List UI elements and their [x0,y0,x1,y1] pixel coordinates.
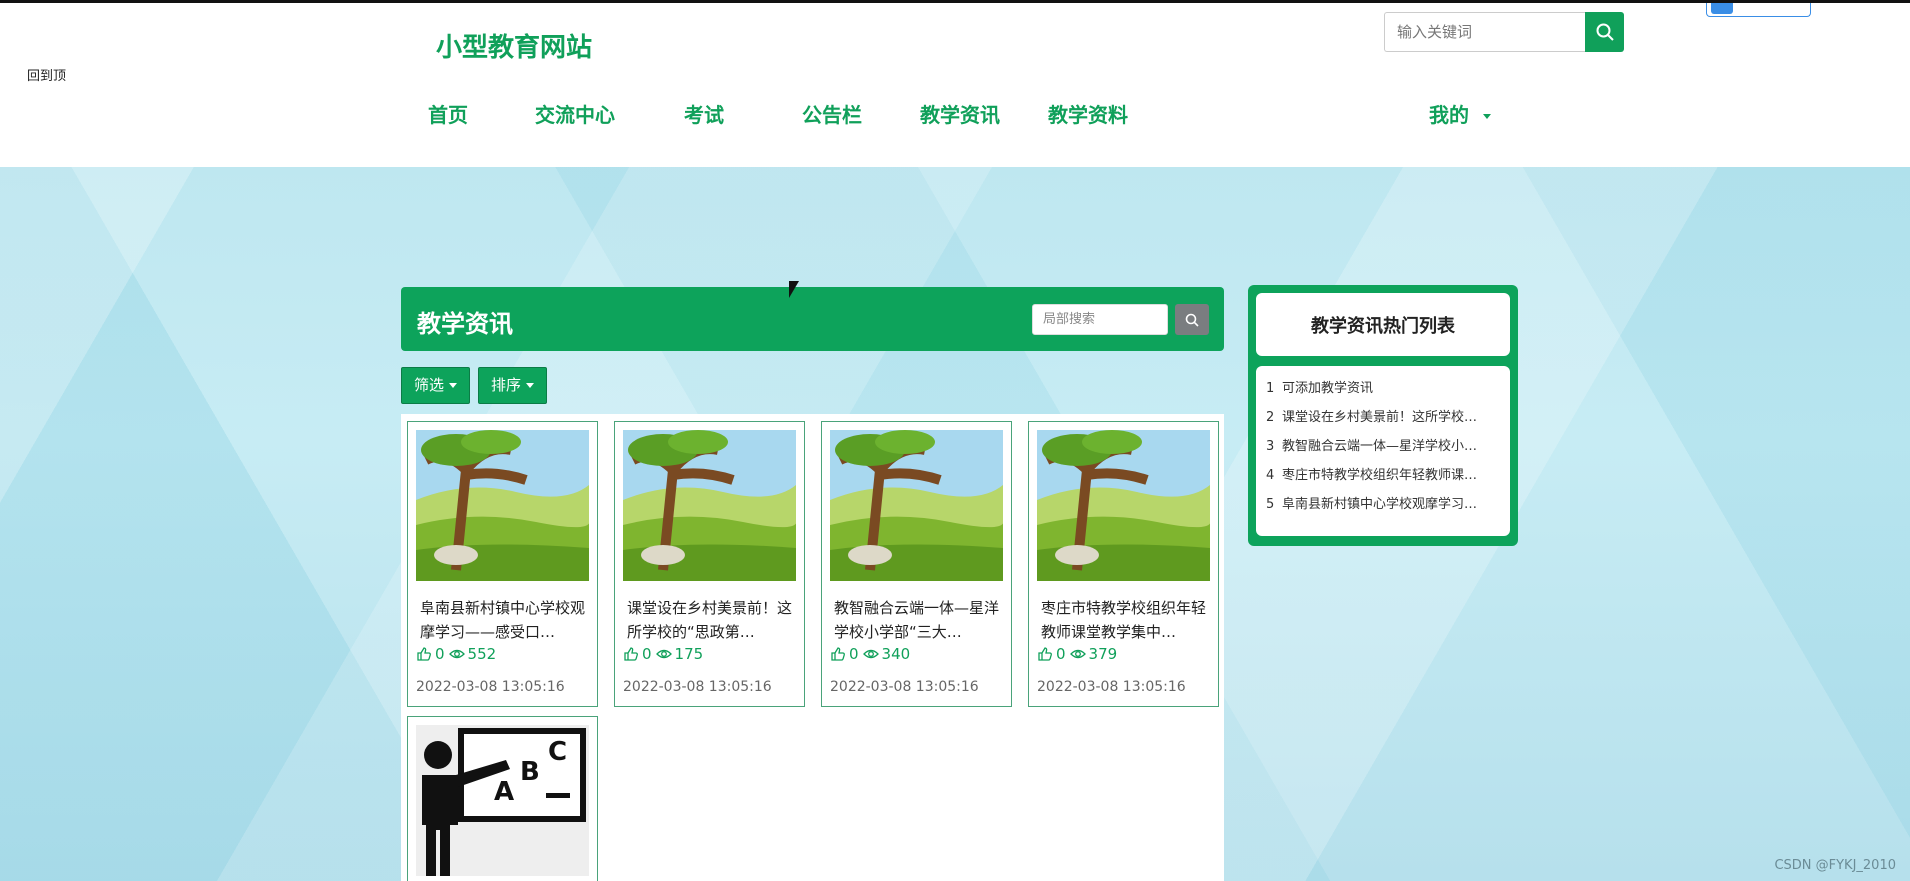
sort-button[interactable]: 排序 [478,367,548,404]
like-count: 0 [435,645,445,663]
hot-list-item[interactable]: 5 阜南县新村镇中心学校观摩学习… [1266,490,1500,519]
card-date: 2022-03-08 13:05:16 [623,679,772,695]
view-count: 379 [1088,645,1118,663]
svg-text:A: A [494,777,514,807]
hot-list-panel: 教学资讯热门列表 1 可添加教学资讯 2 课堂设在乡村美景前！这所学校… 3 教智融合… [1248,285,1518,546]
thumbs-up-icon[interactable] [623,646,639,662]
eye-icon [862,649,879,659]
card-stats: 0 340 [830,645,914,663]
like-count: 0 [1056,645,1066,663]
hot-item-number: 3 [1266,439,1275,454]
landscape-image [1037,430,1210,581]
card-title[interactable]: 枣庄市特教学校组织年轻教师课堂教学集中… [1041,596,1211,644]
hot-item-number: 5 [1266,497,1275,512]
search-button[interactable] [1585,12,1624,52]
chevron-down-icon [449,383,458,388]
main-nav: 首页 交流中心 考试 公告栏 教学资讯 教学资料 我的 [0,103,1910,133]
card-date: 2022-03-08 13:05:16 [830,679,979,695]
hot-item-text: 枣庄市特教学校组织年轻教师课… [1282,468,1478,483]
hot-item-text: 可添加教学资讯 [1282,381,1374,396]
card-stats: 0 379 [1037,645,1121,663]
card-stats: 0 175 [623,645,707,663]
nav-exam[interactable]: 考试 [684,103,724,127]
hot-item-text: 课堂设在乡村美景前！这所学校… [1282,410,1478,425]
news-grid: 阜南县新村镇中心学校观摩学习——感受口… 0 552 2022-03-08 13… [401,414,1224,881]
card-thumbnail[interactable] [830,430,1003,581]
site-header: 回到顶 小型教育网站 首页 交流中心 考试 公告栏 教学资讯 教学资料 我的 [0,3,1910,167]
eye-icon [655,649,672,659]
thumbs-up-icon[interactable] [1037,646,1053,662]
hot-item-text: 阜南县新村镇中心学校观摩学习… [1282,497,1478,512]
nav-bulletin[interactable]: 公告栏 [802,103,862,127]
search-icon [1596,23,1614,41]
eye-icon [448,649,465,659]
local-search-button[interactable] [1175,304,1209,335]
floating-widget[interactable] [1706,3,1811,17]
hot-list-item[interactable]: 4 枣庄市特教学校组织年轻教师课… [1266,461,1500,490]
filter-label: 筛选 [414,376,445,394]
hot-list-item[interactable]: 2 课堂设在乡村美景前！这所学校… [1266,403,1500,432]
nav-teaching-news[interactable]: 教学资讯 [920,103,1000,127]
card-thumbnail[interactable] [623,430,796,581]
card-thumbnail[interactable]: A B C [416,725,589,876]
svg-text:B: B [520,757,540,787]
hot-list-title: 教学资讯热门列表 [1256,293,1510,356]
card-date: 2022-03-08 13:05:16 [416,679,565,695]
card-title[interactable]: 教智融合云端一体—星洋学校小学部“三大… [834,596,1004,644]
search-input[interactable] [1384,12,1585,52]
search-icon [1185,313,1199,327]
local-search-input[interactable] [1032,304,1168,335]
hot-item-text: 教智融合云端一体—星洋学校小… [1282,439,1478,454]
nav-home[interactable]: 首页 [428,103,468,127]
landscape-image [416,430,589,581]
watermark: CSDN @FYKJ_2010 [1774,858,1896,873]
view-count: 340 [881,645,911,663]
view-count: 175 [674,645,704,663]
site-title[interactable]: 小型教育网站 [436,27,592,64]
like-count: 0 [642,645,652,663]
card-thumbnail[interactable] [1037,430,1210,581]
chevron-down-icon [1483,114,1491,119]
nav-exchange-center[interactable]: 交流中心 [535,103,615,127]
widget-icon [1711,3,1733,14]
nav-my-account[interactable]: 我的 [1429,103,1491,127]
card-title[interactable]: 课堂设在乡村美景前！这所学校的“思政第… [627,596,797,644]
teacher-blackboard-image: A B C [416,725,589,876]
global-search [1384,12,1624,52]
hot-list-item[interactable]: 1 可添加教学资讯 [1266,374,1500,403]
view-count: 552 [467,645,497,663]
section-title: 教学资讯 [417,310,513,338]
sort-label: 排序 [491,376,522,394]
card-stats: 0 552 [416,645,500,663]
filter-button[interactable]: 筛选 [401,367,471,404]
news-card[interactable]: 枣庄市特教学校组织年轻教师课堂教学集中… 0 379 2022-03-08 13… [1028,421,1219,707]
thumbs-up-icon[interactable] [416,646,432,662]
section-header: 教学资讯 [401,287,1224,351]
news-card[interactable]: 阜南县新村镇中心学校观摩学习——感受口… 0 552 2022-03-08 13… [407,421,598,707]
hot-item-number: 2 [1266,410,1275,425]
hot-list-item[interactable]: 3 教智融合云端一体—星洋学校小… [1266,432,1500,461]
nav-teaching-materials[interactable]: 教学资料 [1048,103,1128,127]
hot-item-number: 1 [1266,381,1275,396]
card-date: 2022-03-08 13:05:16 [1037,679,1186,695]
hot-item-number: 4 [1266,468,1275,483]
card-title[interactable]: 阜南县新村镇中心学校观摩学习——感受口… [420,596,590,644]
thumbs-up-icon[interactable] [830,646,846,662]
landscape-image [830,430,1003,581]
mouse-cursor [789,281,799,298]
news-card[interactable]: A B C [407,716,598,881]
news-card[interactable]: 教智融合云端一体—星洋学校小学部“三大… 0 340 2022-03-08 13… [821,421,1012,707]
eye-icon [1069,649,1086,659]
chevron-down-icon [526,383,535,388]
news-card[interactable]: 课堂设在乡村美景前！这所学校的“思政第… 0 175 2022-03-08 13… [614,421,805,707]
back-to-top-label[interactable]: 回到顶 [27,65,66,84]
hot-list: 1 可添加教学资讯 2 课堂设在乡村美景前！这所学校… 3 教智融合云端一体—星洋学校… [1256,366,1510,536]
svg-text:C: C [548,737,567,767]
landscape-image [623,430,796,581]
like-count: 0 [849,645,859,663]
my-account-label: 我的 [1429,103,1469,127]
card-thumbnail[interactable] [416,430,589,581]
